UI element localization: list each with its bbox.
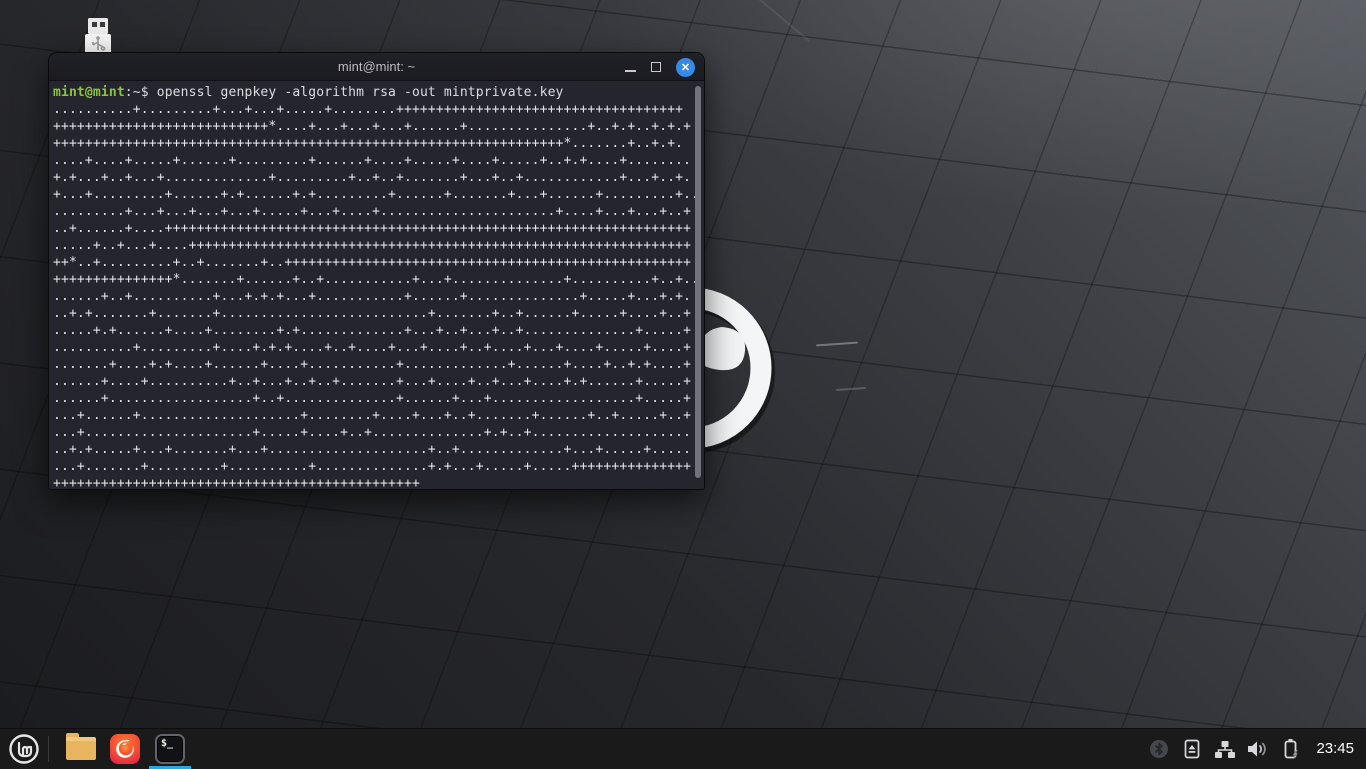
active-window-indicator bbox=[149, 766, 191, 769]
wired-network-icon bbox=[1214, 739, 1236, 759]
panel-separator bbox=[48, 736, 49, 762]
terminal-output: ..........+.........+...+...+.....+.....… bbox=[53, 102, 699, 490]
firefox-icon bbox=[109, 733, 141, 765]
folder-icon bbox=[66, 737, 96, 760]
terminal-content[interactable]: mint@mint:~$ openssl genpkey -algorithm … bbox=[49, 81, 704, 489]
terminal-titlebar[interactable]: mint@mint: ~ ✕ bbox=[49, 53, 704, 81]
terminal-prompt: mint@mint bbox=[53, 85, 125, 100]
wallpaper-highlight-streak bbox=[756, 0, 811, 42]
system-tray: 23:45 bbox=[1147, 737, 1366, 761]
network-tray-button[interactable] bbox=[1213, 737, 1237, 761]
wallpaper-highlight-streak bbox=[836, 387, 866, 391]
panel-clock[interactable]: 23:45 bbox=[1316, 740, 1354, 757]
file-manager-launcher[interactable] bbox=[59, 729, 103, 769]
terminal-scrollbar[interactable] bbox=[695, 86, 701, 478]
mint-menu-button[interactable] bbox=[0, 729, 48, 769]
removable-media-tray-button[interactable] bbox=[1180, 737, 1204, 761]
power-tray-button[interactable] bbox=[1279, 737, 1303, 761]
wallpaper-highlight-streak bbox=[816, 342, 858, 347]
speaker-volume-icon bbox=[1246, 739, 1270, 759]
eject-removable-media-icon bbox=[1182, 739, 1202, 759]
terminal-icon: $_ bbox=[155, 734, 185, 764]
terminal-command: openssl genpkey -algorithm rsa -out mint… bbox=[157, 85, 564, 100]
firefox-launcher[interactable] bbox=[103, 729, 147, 769]
bluetooth-tray-button[interactable] bbox=[1147, 737, 1171, 761]
volume-tray-button[interactable] bbox=[1246, 737, 1270, 761]
usb-drive-desktop-icon[interactable] bbox=[82, 16, 114, 56]
maximize-button[interactable] bbox=[651, 62, 661, 72]
taskbar: $_ bbox=[0, 728, 1366, 768]
battery-charging-icon bbox=[1281, 738, 1301, 760]
window-controls: ✕ bbox=[625, 53, 695, 81]
terminal-prompt-suffix: :~$ bbox=[125, 85, 157, 100]
bluetooth-icon bbox=[1149, 739, 1169, 759]
desktop-wallpaper: mint@mint: ~ ✕ mint@mint:~$ openssl genp… bbox=[0, 0, 1366, 728]
window-title: mint@mint: ~ bbox=[49, 59, 704, 74]
terminal-window: mint@mint: ~ ✕ mint@mint:~$ openssl genp… bbox=[48, 52, 705, 490]
mint-logo-icon bbox=[8, 733, 40, 765]
minimize-button[interactable] bbox=[625, 70, 636, 72]
terminal-window-button[interactable]: $_ bbox=[147, 729, 193, 769]
close-button[interactable]: ✕ bbox=[676, 58, 695, 77]
